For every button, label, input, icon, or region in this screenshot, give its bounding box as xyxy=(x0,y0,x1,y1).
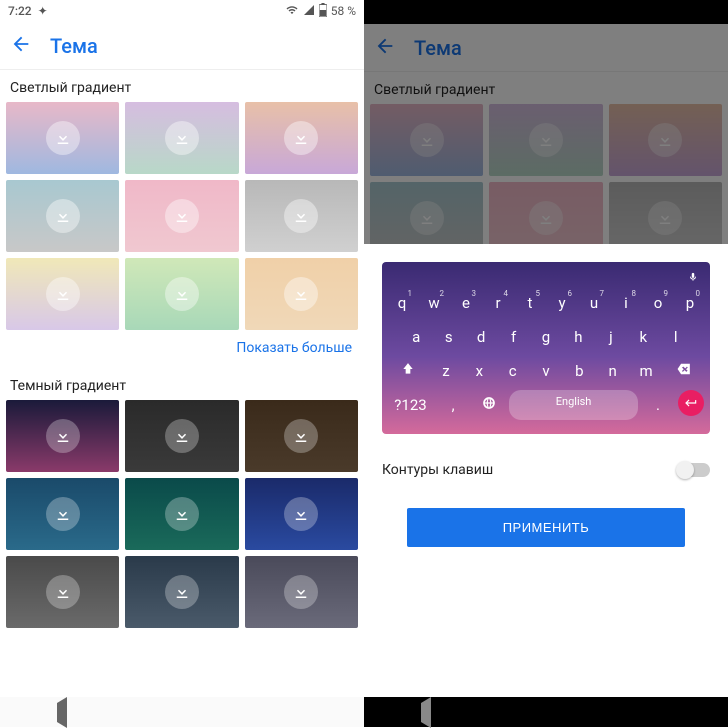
download-icon xyxy=(284,575,318,609)
theme-tile[interactable] xyxy=(6,556,119,628)
theme-tile[interactable] xyxy=(6,258,119,330)
battery-percent: 58 % xyxy=(331,4,356,18)
key-u[interactable]: u7 xyxy=(580,288,608,318)
comma-key[interactable]: , xyxy=(437,390,469,420)
key-r[interactable]: r4 xyxy=(484,288,512,318)
theme-tile[interactable] xyxy=(6,400,119,472)
app-icon: ✦ xyxy=(38,4,48,18)
space-key[interactable]: English xyxy=(509,390,638,420)
key-p[interactable]: p0 xyxy=(676,288,704,318)
key-borders-toggle[interactable] xyxy=(678,463,710,477)
key-c[interactable]: c xyxy=(498,356,527,386)
apply-button[interactable]: ПРИМЕНИТЬ xyxy=(407,508,686,547)
nav-bar xyxy=(0,697,364,727)
theme-tile[interactable] xyxy=(6,180,119,252)
phone-right: Тема Светлый градиент q1w2e3r4t5y6u7i8o9… xyxy=(364,0,728,727)
download-icon xyxy=(46,575,80,609)
download-icon xyxy=(46,277,80,311)
download-icon xyxy=(165,575,199,609)
key-k[interactable]: k xyxy=(629,322,657,352)
key-borders-label: Контуры клавиш xyxy=(382,462,678,478)
key-q[interactable]: q1 xyxy=(388,288,416,318)
section-dark-title: Темный градиент xyxy=(0,368,364,400)
theme-tile[interactable] xyxy=(125,258,238,330)
status-time: 7:22 xyxy=(8,4,32,18)
key-i[interactable]: i8 xyxy=(612,288,640,318)
theme-tile[interactable] xyxy=(125,478,238,550)
globe-key[interactable] xyxy=(473,390,505,420)
download-icon xyxy=(46,199,80,233)
download-icon xyxy=(165,277,199,311)
download-icon xyxy=(284,497,318,531)
theme-tile[interactable] xyxy=(6,102,119,174)
key-m[interactable]: m xyxy=(631,356,660,386)
theme-tile[interactable] xyxy=(125,180,238,252)
battery-icon xyxy=(319,3,327,20)
download-icon xyxy=(46,419,80,453)
shift-key[interactable] xyxy=(388,356,427,386)
nav-bar xyxy=(364,697,728,727)
download-icon xyxy=(165,199,199,233)
download-icon xyxy=(284,121,318,155)
enter-key[interactable] xyxy=(678,390,704,416)
key-x[interactable]: x xyxy=(465,356,494,386)
key-e[interactable]: e3 xyxy=(452,288,480,318)
signal-icon xyxy=(303,4,315,19)
theme-preview-sheet: q1w2e3r4t5y6u7i8o9p0 asdfghjkl zxcvbnm ?… xyxy=(364,244,728,697)
light-gradient-grid xyxy=(0,102,364,330)
key-h[interactable]: h xyxy=(564,322,592,352)
nav-back-icon[interactable] xyxy=(57,703,67,722)
key-a[interactable]: a xyxy=(402,322,430,352)
theme-tile[interactable] xyxy=(245,102,358,174)
key-t[interactable]: t5 xyxy=(516,288,544,318)
download-icon xyxy=(46,497,80,531)
key-z[interactable]: z xyxy=(431,356,460,386)
download-icon xyxy=(165,121,199,155)
show-more-link[interactable]: Показать больше xyxy=(0,330,364,368)
key-borders-row: Контуры клавиш xyxy=(382,462,710,478)
status-bar: 7:22 ✦ 58 % xyxy=(0,0,364,22)
download-icon xyxy=(165,497,199,531)
key-b[interactable]: b xyxy=(565,356,594,386)
key-s[interactable]: s xyxy=(434,322,462,352)
nav-back-icon[interactable] xyxy=(421,703,431,722)
backspace-key[interactable] xyxy=(665,356,704,386)
page-title: Тема xyxy=(50,34,98,58)
keyboard-preview: q1w2e3r4t5y6u7i8o9p0 asdfghjkl zxcvbnm ?… xyxy=(382,262,710,434)
download-icon xyxy=(284,199,318,233)
download-icon xyxy=(165,419,199,453)
download-icon xyxy=(284,277,318,311)
theme-tile[interactable] xyxy=(245,478,358,550)
mic-icon xyxy=(688,267,698,286)
key-f[interactable]: f xyxy=(499,322,527,352)
key-o[interactable]: o9 xyxy=(644,288,672,318)
phone-left: 7:22 ✦ 58 % Тема Светлый градиент Показа… xyxy=(0,0,364,727)
wifi-icon xyxy=(285,4,299,19)
theme-tile[interactable] xyxy=(245,556,358,628)
download-icon xyxy=(46,121,80,155)
key-j[interactable]: j xyxy=(597,322,625,352)
key-d[interactable]: d xyxy=(467,322,495,352)
theme-tile[interactable] xyxy=(6,478,119,550)
download-icon xyxy=(284,419,318,453)
theme-tile[interactable] xyxy=(245,180,358,252)
section-light-title: Светлый градиент xyxy=(0,70,364,102)
theme-tile[interactable] xyxy=(125,556,238,628)
dark-gradient-grid xyxy=(0,400,364,628)
key-v[interactable]: v xyxy=(531,356,560,386)
numkey[interactable]: ?123 xyxy=(388,390,433,420)
key-y[interactable]: y6 xyxy=(548,288,576,318)
appbar: Тема xyxy=(0,22,364,70)
theme-tile[interactable] xyxy=(245,258,358,330)
theme-tile[interactable] xyxy=(245,400,358,472)
theme-tile[interactable] xyxy=(125,400,238,472)
key-n[interactable]: n xyxy=(598,356,627,386)
theme-tile[interactable] xyxy=(125,102,238,174)
key-l[interactable]: l xyxy=(662,322,690,352)
key-w[interactable]: w2 xyxy=(420,288,448,318)
back-icon[interactable] xyxy=(10,33,32,59)
period-key[interactable]: . xyxy=(642,390,674,420)
key-g[interactable]: g xyxy=(532,322,560,352)
